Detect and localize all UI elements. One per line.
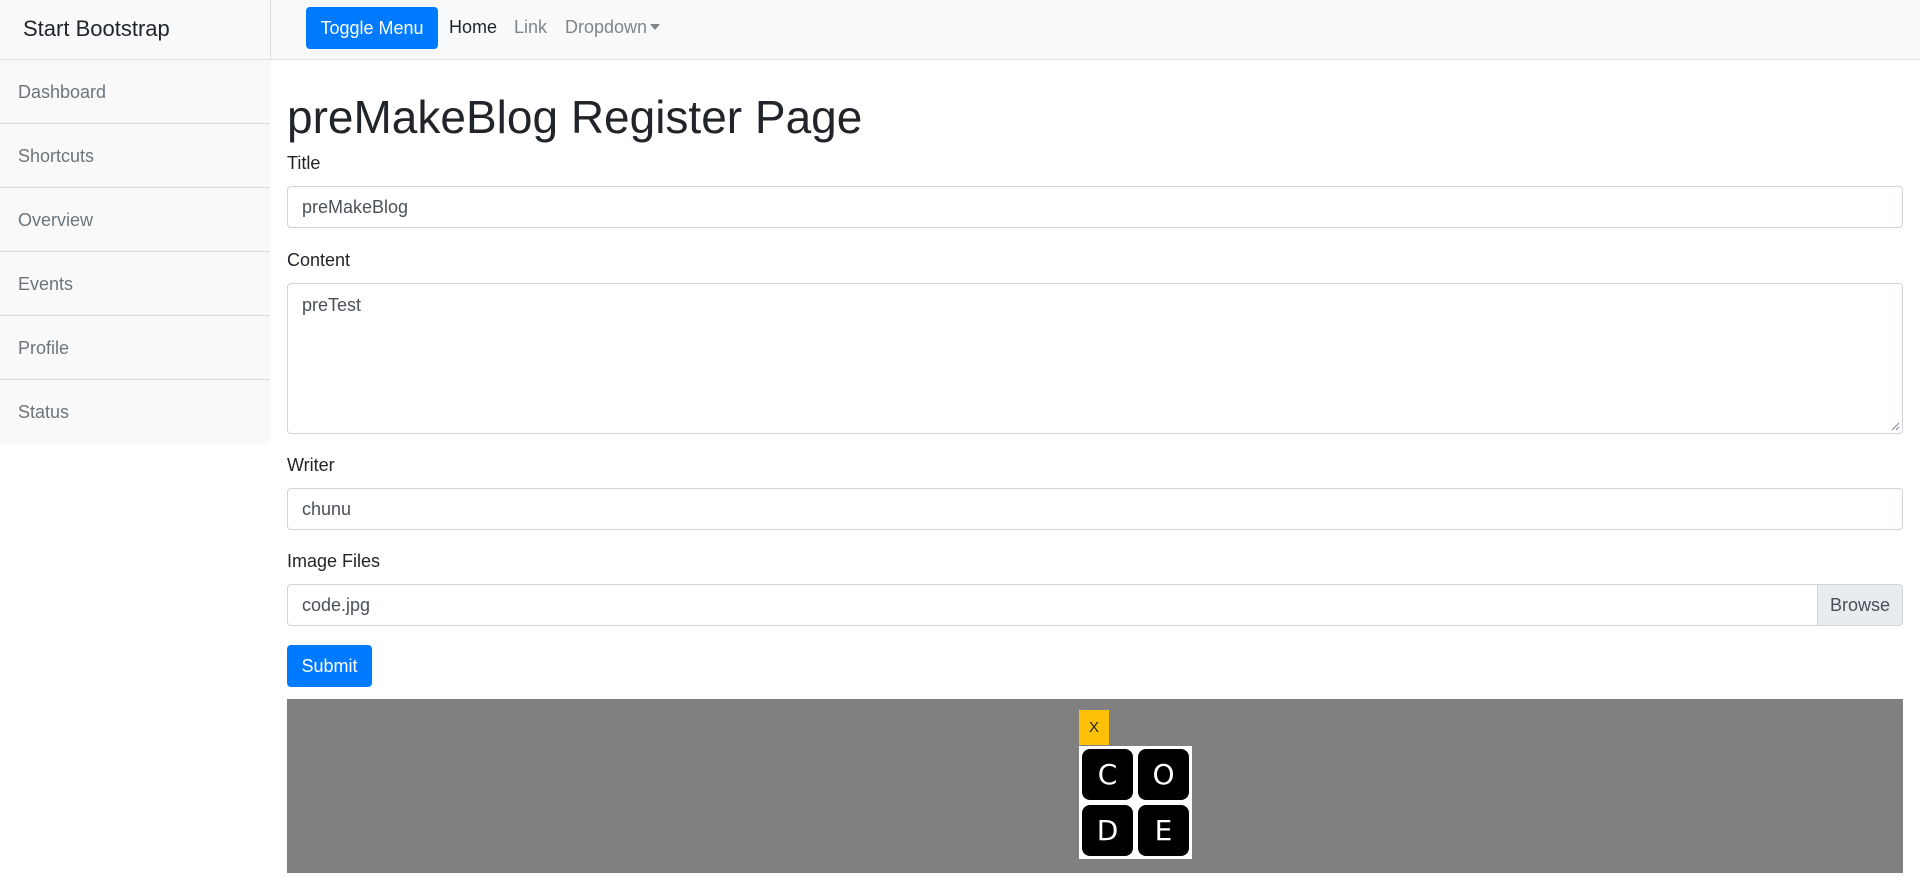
toggle-menu-button[interactable]: Toggle Menu: [306, 7, 438, 49]
remove-image-button[interactable]: X: [1079, 710, 1109, 745]
title-label: Title: [287, 153, 321, 173]
sidebar-item-shortcuts[interactable]: Shortcuts: [0, 124, 270, 188]
code-tile-e: E: [1138, 805, 1189, 856]
browse-button[interactable]: Browse: [1817, 585, 1902, 625]
content-textarea[interactable]: preTest: [287, 283, 1903, 434]
nav-link[interactable]: Link: [514, 17, 547, 38]
code-tile-o: O: [1138, 749, 1189, 800]
writer-input[interactable]: chunu: [287, 488, 1903, 530]
content-value: preTest: [302, 295, 362, 315]
code-tile-c: C: [1082, 749, 1133, 800]
sidebar-item-dashboard[interactable]: Dashboard: [0, 60, 270, 124]
sidebar: Start Bootstrap Dashboard Shortcuts Over…: [0, 0, 270, 885]
resize-handle-icon[interactable]: [1890, 421, 1900, 431]
image-files-label: Image Files: [287, 551, 381, 571]
writer-label: Writer: [287, 455, 335, 475]
image-file-name: code.jpg: [302, 595, 371, 615]
top-navbar: Toggle Menu Home Link Dropdown: [270, 0, 1920, 60]
code-image-thumbnail: C O D E: [1079, 746, 1192, 859]
page-title: preMakeBlog Register Page: [287, 91, 863, 143]
image-preview-area: X C O D E: [287, 699, 1903, 873]
submit-button[interactable]: Submit: [287, 645, 372, 687]
sidebar-item-profile[interactable]: Profile: [0, 316, 270, 380]
sidebar-item-status[interactable]: Status: [0, 380, 270, 444]
sidebar-list: Dashboard Shortcuts Overview Events Prof…: [0, 60, 270, 444]
nav-home-link[interactable]: Home: [449, 17, 497, 38]
title-input[interactable]: preMakeBlog: [287, 186, 1903, 228]
sidebar-item-events[interactable]: Events: [0, 252, 270, 316]
nav-dropdown-label: Dropdown: [565, 17, 648, 37]
image-file-input[interactable]: code.jpg Browse: [287, 584, 1903, 626]
sidebar-item-overview[interactable]: Overview: [0, 188, 270, 252]
caret-down-icon: [650, 23, 661, 30]
sidebar-heading[interactable]: Start Bootstrap: [0, 0, 270, 60]
nav-dropdown-toggle[interactable]: Dropdown: [565, 17, 661, 38]
code-tile-d: D: [1082, 805, 1133, 856]
content-label: Content: [287, 250, 351, 270]
